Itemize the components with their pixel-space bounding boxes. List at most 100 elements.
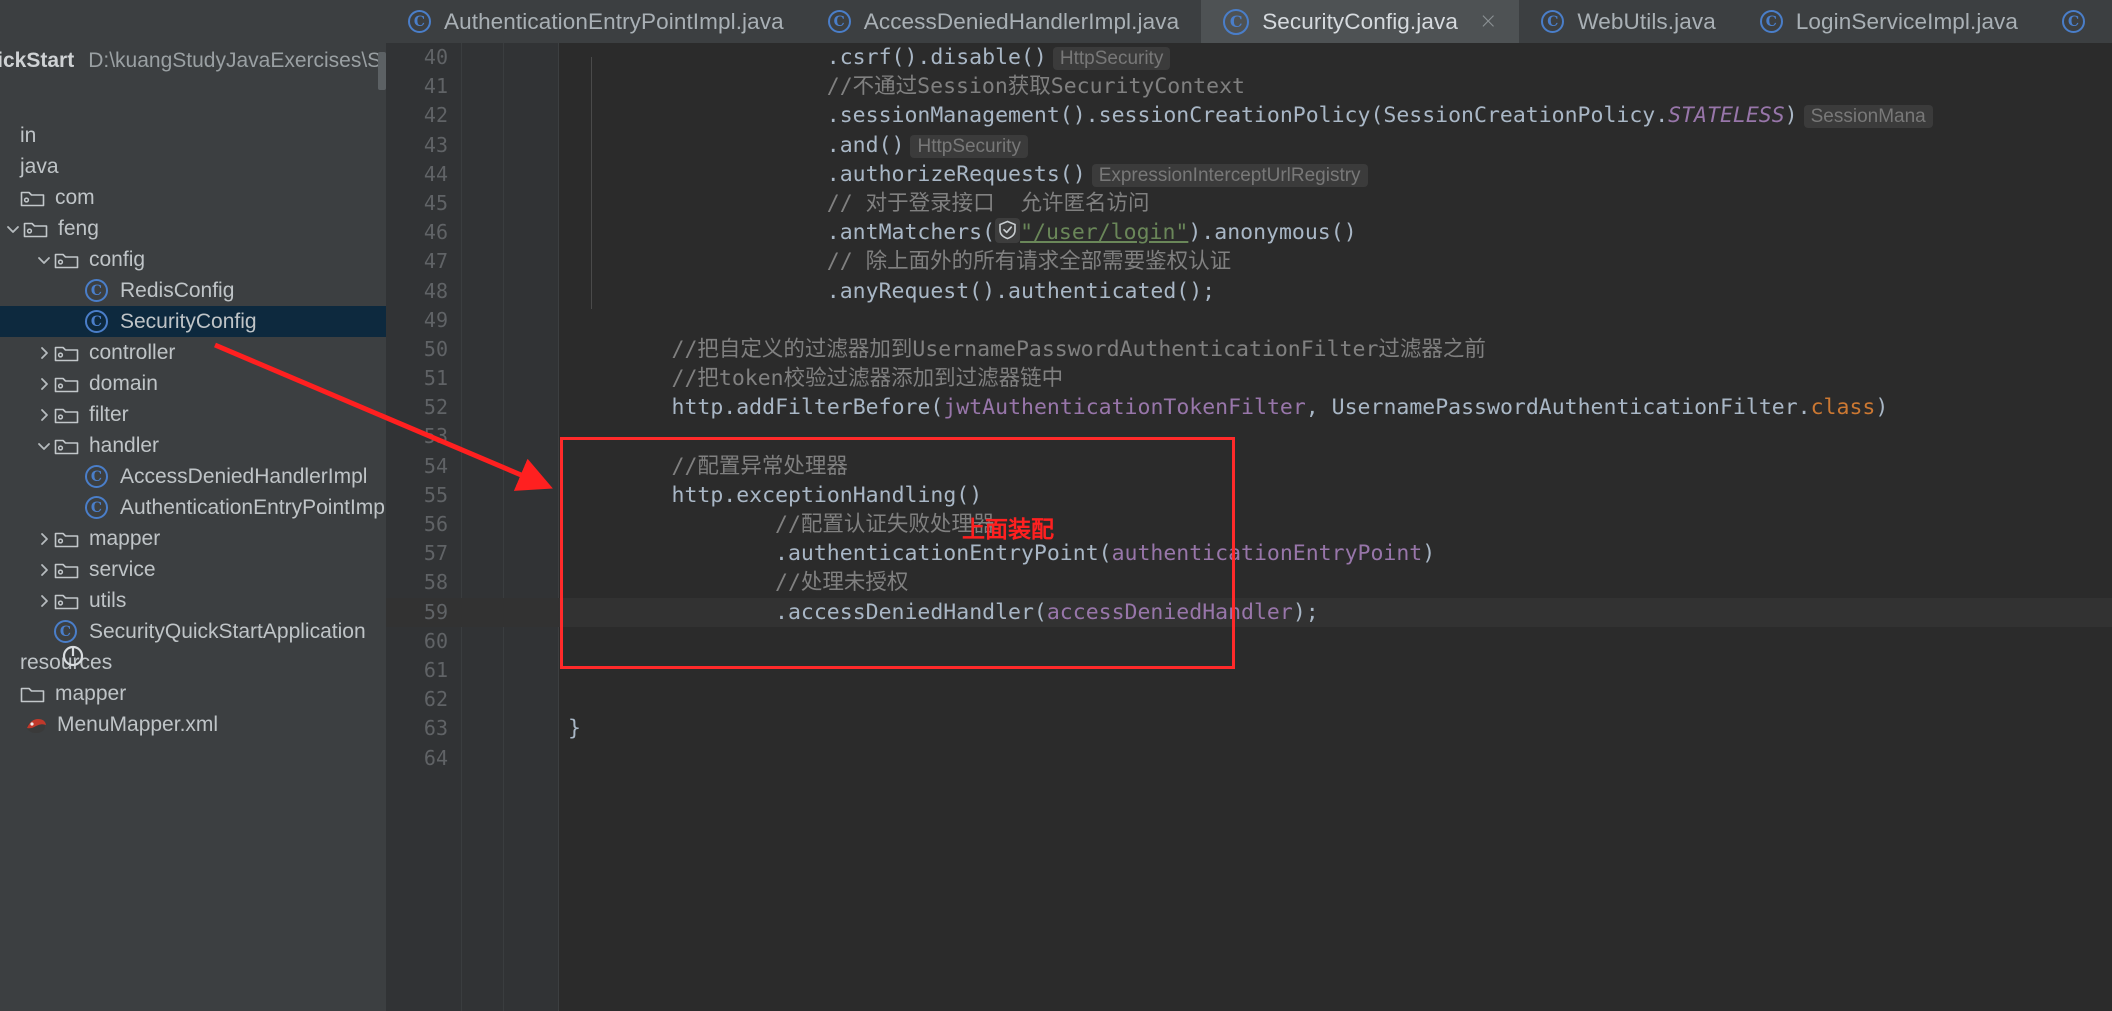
- chevron-right-icon[interactable]: [34, 345, 54, 361]
- chevron-right-icon[interactable]: [34, 407, 54, 423]
- tree-item-in[interactable]: in: [0, 120, 386, 151]
- tree-item-com[interactable]: com: [0, 182, 386, 213]
- tree-item-authenticationentrypointimpl[interactable]: C AuthenticationEntryPointImpl: [0, 492, 390, 523]
- tree-item-menumapper-xml[interactable]: MenuMapper.xml: [0, 709, 386, 740]
- code-token: // 对于登录接口 允许匿名访问: [826, 190, 1150, 216]
- folder-icon: [54, 343, 79, 363]
- chevron-right-icon[interactable]: [34, 531, 54, 547]
- tree-item-utils[interactable]: utils: [0, 585, 386, 616]
- tree-item-label: service: [89, 557, 156, 581]
- java-class-icon: C: [85, 465, 108, 488]
- tree-item-mapper[interactable]: mapper: [0, 523, 386, 554]
- code-line[interactable]: 61: [386, 656, 2112, 685]
- code-line[interactable]: 49: [386, 306, 2112, 335]
- code-text: //不通过Session获取SecurityContext: [827, 72, 1245, 101]
- line-number: 44: [423, 161, 448, 186]
- code-line[interactable]: 56//配置认证失败处理器: [386, 510, 2112, 539]
- tree-item-filter[interactable]: filter: [0, 399, 386, 430]
- tree-item-label: resources: [20, 650, 113, 674]
- security-shield-icon: [995, 218, 1021, 244]
- chevron-down-icon[interactable]: [34, 252, 54, 268]
- project-tree[interactable]: in java com feng config C RedisConfig C Security…: [0, 120, 390, 740]
- code-text: .sessionManagement().sessionCreationPoli…: [827, 101, 1933, 131]
- close-icon[interactable]: ×: [1479, 10, 1497, 33]
- code-token: .accessDeniedHandler(: [775, 599, 1047, 625]
- line-number: 56: [423, 512, 448, 536]
- java-class-icon: C: [827, 10, 851, 33]
- tree-item-label: utils: [89, 588, 127, 612]
- line-number: 53: [423, 424, 448, 449]
- code-line[interactable]: 52 http.addFilterBefore(jwtAuthentication…: [386, 393, 2112, 422]
- tree-item-config[interactable]: config: [0, 244, 386, 275]
- code-text: }: [568, 714, 581, 743]
- code-line[interactable]: 55 http.exceptionHandling(): [386, 481, 2112, 510]
- editor-tab-label: WebUtils.java: [1577, 8, 1716, 34]
- tree-item-securityquickstartapplication[interactable]: C SecurityQuickStartApplication: [0, 616, 386, 647]
- java-class-icon: C: [408, 10, 431, 33]
- editor-tab-securityconfig-java[interactable]: C SecurityConfig.java ×: [1201, 0, 1520, 43]
- code-line[interactable]: 64: [386, 744, 2112, 773]
- editor-tab-accessdeniedhandlerimpl-java[interactable]: C AccessDeniedHandlerImpl.java: [806, 0, 1201, 43]
- tree-item-controller[interactable]: controller: [0, 337, 386, 368]
- code-line[interactable]: 41 //不通过Session获取SecurityContext: [386, 72, 2112, 101]
- code-token: .authorizeRequests(): [826, 161, 1086, 187]
- tree-item-domain[interactable]: domain: [0, 368, 386, 399]
- code-line[interactable]: 48 .anyRequest().authenticated();: [386, 277, 2112, 306]
- code-token: ).anonymous(): [1188, 220, 1357, 246]
- tree-item-securityconfig[interactable]: C SecurityConfig: [0, 306, 386, 337]
- chevron-down-icon[interactable]: [3, 221, 23, 237]
- code-line[interactable]: 45 // 对于登录接口 允许匿名访问: [386, 189, 2112, 218]
- horizontal-scrollbar-thumb[interactable]: [378, 52, 386, 90]
- code-line[interactable]: 46 .antMatchers("/user/login").anonymous(…: [386, 218, 2112, 247]
- code-editor[interactable]: 40 .csrf().disable() HttpSecurity 41//不通过Se…: [386, 43, 2112, 1011]
- code-line[interactable]: 53: [386, 422, 2112, 451]
- line-number: 52: [423, 395, 448, 420]
- tree-item-mapper[interactable]: mapper: [0, 678, 386, 709]
- code-line[interactable]: 51 //把token校验过滤器添加到过滤器链中: [386, 364, 2112, 393]
- chevron-right-icon[interactable]: [34, 562, 54, 578]
- code-line[interactable]: 59 .accessDeniedHandler(accessDeniedHandl…: [386, 597, 2112, 627]
- tree-item-accessdeniedhandlerimpl[interactable]: C AccessDeniedHandlerImpl: [0, 461, 386, 492]
- editor-tab-label: LoginServiceImpl.java: [1795, 8, 2019, 34]
- tree-item-resources[interactable]: resources: [0, 647, 386, 678]
- tree-item-java[interactable]: java: [0, 151, 386, 182]
- line-number: 50: [423, 336, 448, 361]
- editor-tab-overflow[interactable]: C: [2040, 0, 2107, 43]
- folder-icon: [20, 188, 45, 208]
- code-text: //配置异常处理器: [672, 452, 848, 481]
- code-line[interactable]: 43 .and() HttpSecurity: [386, 131, 2112, 160]
- code-line[interactable]: 44 .authorizeRequests() ExpressionIntercep…: [386, 160, 2112, 189]
- code-line[interactable]: 42 .sessionManagement().sessionCreationPo…: [386, 101, 2112, 130]
- chevron-down-icon[interactable]: [34, 438, 54, 454]
- code-line[interactable]: 40 .csrf().disable() HttpSecurity: [386, 43, 2112, 72]
- code-text: http.addFilterBefore(jwtAuthenticationTo…: [672, 393, 1889, 422]
- editor-tab-bar[interactable]: C AuthenticationEntryPointImpl.java C Acces…: [386, 0, 2112, 43]
- code-token: );: [1292, 599, 1319, 625]
- tree-item-redisconfig[interactable]: C RedisConfig: [0, 275, 386, 306]
- code-line[interactable]: 58 //处理未授权: [386, 568, 2112, 597]
- code-line[interactable]: 57 .authenticationEntryPoint(authenticati…: [386, 539, 2112, 568]
- code-token: //不通过Session获取SecurityContext: [826, 74, 1245, 100]
- chevron-right-icon[interactable]: [34, 593, 54, 609]
- code-line[interactable]: 54 //配置异常处理器: [386, 452, 2112, 481]
- code-line[interactable]: 50 //把自定义的过滤器加到UsernamePasswordAuthentica…: [386, 335, 2112, 364]
- inlay-type-hint: SessionMana: [1803, 105, 1933, 129]
- chevron-right-icon[interactable]: [34, 376, 54, 392]
- editor-tab-authenticationentrypointimpl-java[interactable]: C AuthenticationEntryPointImpl.java: [386, 0, 806, 43]
- code-line[interactable]: 47 // 除上面外的所有请求全部需要鉴权认证: [386, 247, 2112, 276]
- code-line[interactable]: 62: [386, 685, 2112, 714]
- editor-tab-loginserviceimpl-java[interactable]: C LoginServiceImpl.java: [1738, 0, 2040, 43]
- line-number: 59: [423, 599, 448, 624]
- tree-item-feng[interactable]: feng: [0, 213, 386, 244]
- code-line[interactable]: 63}: [386, 714, 2112, 743]
- code-lines[interactable]: 40 .csrf().disable() HttpSecurity 41//不通过Se…: [386, 43, 2112, 1011]
- tree-item-handler[interactable]: handler: [0, 430, 386, 461]
- line-number: 63: [423, 716, 448, 741]
- project-tool-window[interactable]: QuickStart D:\kuangStudyJavaExercises\Se…: [0, 0, 390, 1011]
- tree-item-label: in: [20, 123, 37, 147]
- code-token: }: [568, 716, 581, 742]
- code-line[interactable]: 60: [386, 627, 2112, 656]
- tree-item-service[interactable]: service: [0, 554, 386, 585]
- code-token: .sessionManagement().sessionCreationPoli…: [826, 103, 1669, 129]
- editor-tab-webutils-java[interactable]: C WebUtils.java: [1519, 0, 1737, 43]
